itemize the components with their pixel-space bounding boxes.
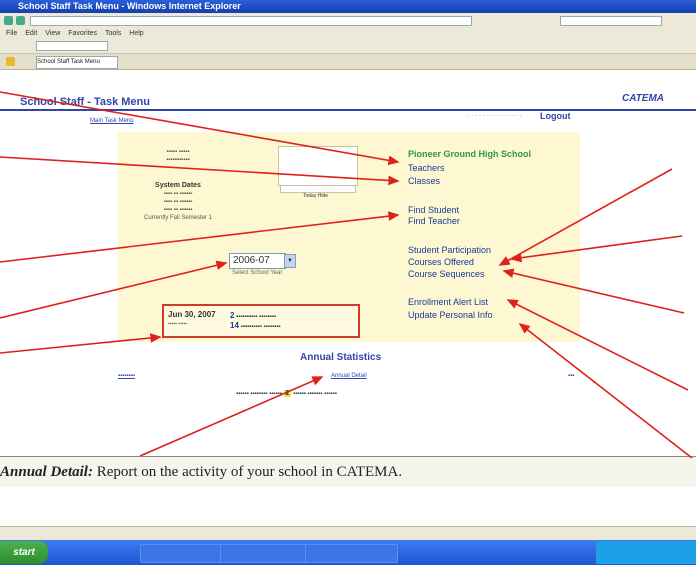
main-menu-link[interactable]: Main Task Menu <box>90 118 134 124</box>
update-personal-info-link[interactable]: Update Personal Info <box>408 310 493 320</box>
student-participation-link[interactable]: Student Participation <box>408 245 491 255</box>
system-dates: System Dates ▪▪▪▪ ▪▪ ▪▪▪▪▪▪ ▪▪▪▪ ▪▪ ▪▪▪▪▪… <box>143 182 213 221</box>
menu-file[interactable]: File <box>6 30 17 37</box>
taskbar-item-2[interactable] <box>220 544 313 563</box>
current-semester: Currently Fall Semester 1 <box>143 215 213 221</box>
toolbar-search-input[interactable] <box>36 41 108 51</box>
find-teacher-link[interactable]: Find Teacher <box>408 216 460 226</box>
search-input[interactable] <box>560 16 662 26</box>
menu-view[interactable]: View <box>45 30 60 37</box>
tab-bar: School Staff Task Menu <box>0 54 696 70</box>
menu-tools[interactable]: Tools <box>105 30 121 37</box>
course-sequences-link[interactable]: Course Sequences <box>408 269 485 279</box>
annual-left-link[interactable]: ▪▪▪▪▪▪▪▪ <box>118 373 135 379</box>
school-name: Pioneer Ground High School <box>408 149 532 159</box>
window-title: School Staff Task Menu - Windows Interne… <box>18 1 241 11</box>
user-info: ▪▪▪▪▪ ▪▪▪▪▪ ▪▪▪▪▪▪▪▪▪▪▪ <box>166 149 190 163</box>
page-blank-area <box>0 487 696 529</box>
alert-count-2: 14 <box>230 321 239 330</box>
system-tray <box>596 541 696 564</box>
catema-logo: CATEMA <box>622 93 665 104</box>
arrow-update-info <box>518 323 693 459</box>
menu-bar: File Edit View Favorites Tools Help <box>0 28 696 39</box>
menu-help[interactable]: Help <box>129 30 143 37</box>
find-student-link[interactable]: Find Student <box>408 205 459 215</box>
alert-subtext: ▪▪▪▪▪ ▪▪▪▪▪ <box>168 321 188 327</box>
calendar-widget[interactable] <box>278 146 358 186</box>
teachers-link[interactable]: Teachers <box>408 163 445 173</box>
school-year-select[interactable]: 2006-07 <box>229 253 286 269</box>
menu-favorites[interactable]: Favorites <box>68 30 97 37</box>
caption-text: Report on the activity of your school in… <box>92 464 403 480</box>
google-toolbar <box>0 39 696 54</box>
caption-term: Annual Detail: <box>0 464 93 480</box>
alert-date: Jun 30, 2007 <box>168 310 216 319</box>
annual-right-link[interactable]: ▪▪▪ <box>568 373 574 379</box>
enrollment-alert-list-link[interactable]: Enrollment Alert List <box>408 297 488 307</box>
logout-link[interactable]: Logout <box>540 111 571 121</box>
alert-line-1[interactable]: 2 ▪▪▪▪▪▪▪▪▪▪ ▪▪▪▪▪▪▪▪ <box>230 311 276 320</box>
classes-link[interactable]: Classes <box>408 176 440 186</box>
header-note: · · · · · · · · · · · · · · · <box>468 113 522 119</box>
annual-detail-link[interactable]: Annual Detail <box>331 373 367 379</box>
system-dates-heading: System Dates <box>155 182 201 189</box>
favorites-star-icon[interactable] <box>6 57 15 66</box>
header-divider <box>0 109 696 111</box>
forward-icon[interactable] <box>16 16 25 25</box>
alert-count-1: 2 <box>230 311 235 320</box>
address-bar-row <box>0 13 696 29</box>
start-button[interactable]: start <box>0 541 48 564</box>
browser-status-bar <box>0 526 696 541</box>
arrow-annual-detail <box>139 376 324 457</box>
taskbar-item-1[interactable] <box>140 544 228 563</box>
chevron-down-icon[interactable]: ▼ <box>284 254 296 268</box>
calendar-footer <box>280 185 356 193</box>
annual-statistics-title: Annual Statistics <box>300 352 382 363</box>
alert-line-2[interactable]: 14 ▪▪▪▪▪▪▪▪▪▪ ▪▪▪▪▪▪▪▪ <box>230 321 281 330</box>
back-icon[interactable] <box>4 16 13 25</box>
tutorial-caption: Annual Detail: Report on the activity of… <box>0 456 696 488</box>
courses-offered-link[interactable]: Courses Offered <box>408 257 474 267</box>
tab-school-staff[interactable]: School Staff Task Menu <box>36 56 118 69</box>
menu-edit[interactable]: Edit <box>25 30 37 37</box>
taskbar-item-3[interactable] <box>305 544 398 563</box>
calendar-buttons[interactable]: Today Hide <box>303 193 328 199</box>
school-year-caption: Select School Year <box>232 270 283 276</box>
page-title: School Staff - Task Menu <box>20 96 150 108</box>
annual-summary-line: ▪▪▪▪▪▪ ▪▪▪▪▪▪▪▪ ▪▪▪▪▪▪ 2 ▪▪▪▪▪▪ ▪▪▪▪▪▪▪ … <box>236 390 337 397</box>
annual-figure: 2 <box>283 390 292 397</box>
window-titlebar: School Staff Task Menu - Windows Interne… <box>0 0 696 13</box>
address-input[interactable] <box>30 16 472 26</box>
